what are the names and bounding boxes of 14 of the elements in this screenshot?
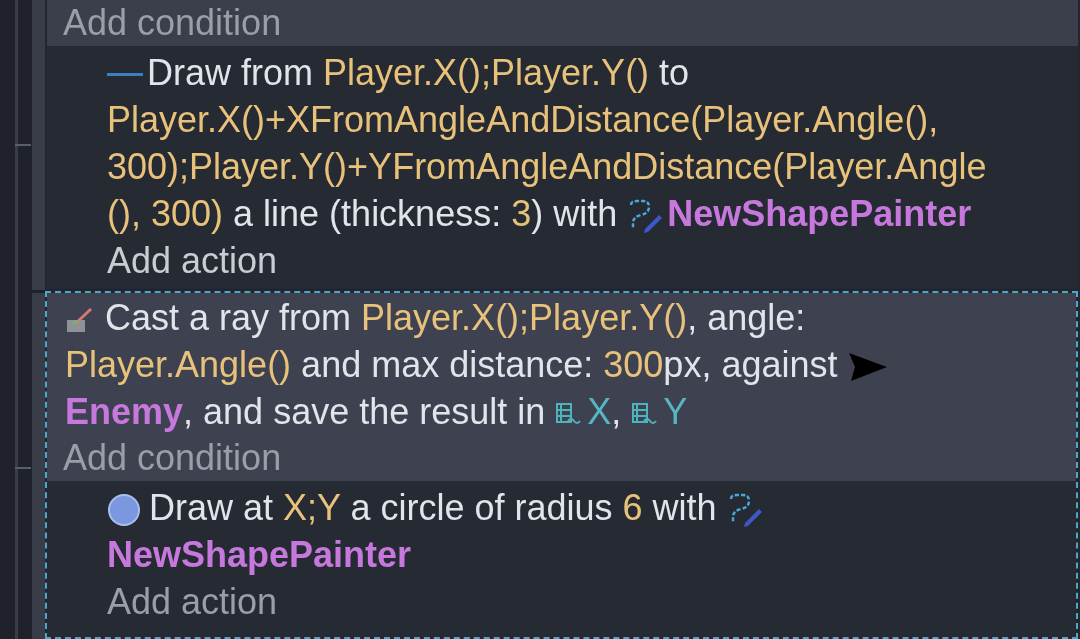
event-block[interactable] (45, 291, 1078, 639)
event-block[interactable] (47, 0, 1078, 288)
add-condition-link[interactable]: Add condition (47, 435, 1076, 481)
ray-box-icon (65, 306, 95, 335)
add-condition-link[interactable]: Add condition (47, 0, 1078, 46)
condition-text[interactable]: Cast a ray from Player.X();Player.Y(), angle: Player.Angle() and max distance: 300px, against Enemy, and save the result in X, Y (47, 294, 1076, 435)
add-action-link[interactable]: Add action (47, 237, 1078, 284)
circle-icon (107, 493, 141, 528)
action-text[interactable]: Draw from Player.X();Player.Y() to Player.X()+XFromAngleAndDistance(Player.Angle(), 300);Player.Y()+YFromAngleAndDistance(Player.Angle (), 300) a line (thickness: 3) with NewShapePainter (47, 49, 1078, 237)
action-text[interactable]: Draw at X;Y a circle of radius 6 with NewShapePainter (47, 484, 1076, 578)
add-action-link[interactable]: Add action (47, 578, 1076, 625)
painter-icon (627, 199, 664, 234)
event-handle[interactable] (32, 0, 45, 290)
event-handle[interactable] (32, 293, 45, 639)
